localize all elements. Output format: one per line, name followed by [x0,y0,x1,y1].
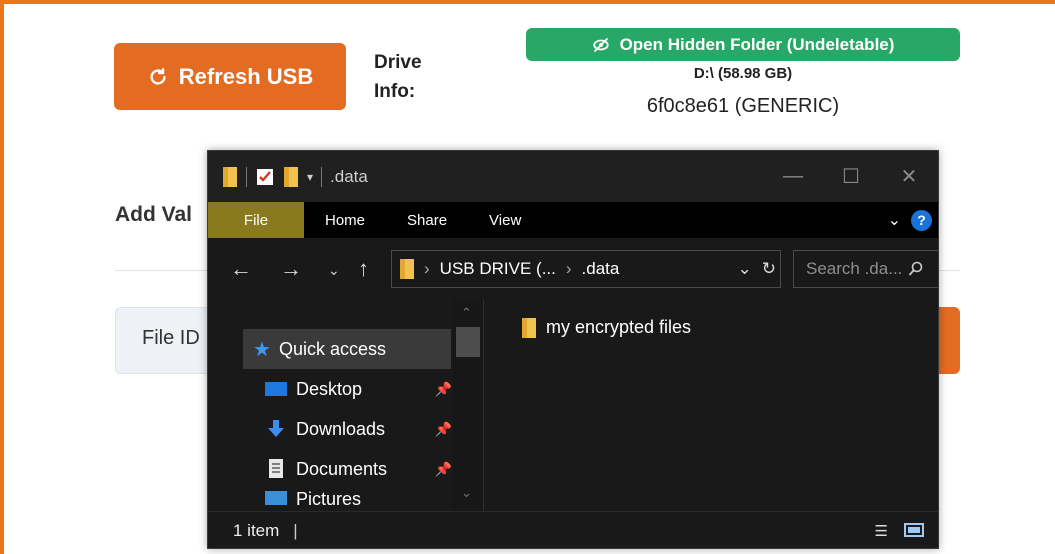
scroll-thumb[interactable] [456,327,480,357]
nav-item-desktop[interactable]: Desktop 📌 [264,369,454,409]
recent-locations-icon[interactable]: ⌄ [328,262,340,279]
nav-item-label: Downloads [296,418,386,439]
maximize-button[interactable]: ☐ [822,151,880,202]
pin-icon[interactable]: 📌 [435,421,452,438]
list-item[interactable]: my encrypted files [522,317,691,338]
breadcrumb-separator-icon: › [424,259,430,278]
address-dropdown-icon[interactable]: ⌄ [738,259,752,279]
refresh-icon[interactable]: ↻ [762,259,776,279]
search-placeholder: Search .da... [806,259,903,278]
large-icons-view-icon[interactable] [904,522,924,538]
details-view-icon[interactable]: ☰ [875,522,888,540]
expand-ribbon-icon[interactable]: ⌄ [888,210,901,230]
back-arrow-icon[interactable]: ← [230,256,252,282]
file-name: my encrypted files [546,317,692,337]
folder-icon [222,166,238,188]
refresh-usb-label: Refresh USB [178,63,314,89]
drive-info-label: Drive Info: [374,52,422,102]
window-title: .data [330,166,368,186]
breadcrumb-separator-icon: › [565,259,572,278]
pictures-icon [265,491,287,505]
toolbar-separator [246,166,247,187]
forward-arrow-icon[interactable]: → [280,256,302,282]
new-folder-icon[interactable] [283,166,299,188]
folder-icon [522,317,536,338]
tab-view[interactable]: View [468,202,542,238]
nav-item-downloads[interactable]: Downloads 📌 [264,409,454,449]
nav-item-quick-access[interactable]: ★ Quick access [243,329,451,369]
tab-home[interactable]: Home [304,202,386,238]
scroll-up-icon[interactable]: ⌃ [461,305,472,321]
download-icon [268,420,284,437]
breadcrumb-data-folder[interactable]: .data [582,259,620,279]
nav-item-label: Pictures [296,489,362,509]
document-icon [269,459,283,478]
properties-icon[interactable] [255,167,275,187]
pin-icon[interactable]: 📌 [435,461,452,478]
item-count: 1 item [233,521,280,540]
breadcrumb-usb-drive[interactable]: USB DRIVE (... [440,259,556,279]
file-id-label: File ID [142,327,200,349]
folder-icon [400,259,414,279]
navigation-pane: ★ Quick access Desktop 📌 Downloads 📌 Doc… [208,299,483,511]
open-hidden-folder-label: Open Hidden Folder (Undeletable) [619,34,895,54]
refresh-usb-button[interactable]: Refresh USB [114,43,346,110]
refresh-icon [150,67,166,85]
nav-item-label: Documents [296,458,388,479]
status-bar: 1 item | ☰ [208,511,938,548]
drive-serial: 6f0c8e61 (GENERIC) [646,95,840,117]
customize-toolbar-icon[interactable]: ▾ [307,170,313,184]
add-section-title: Add Val [115,203,193,226]
title-bar[interactable]: ▾ .data — ☐ ✕ [208,151,938,202]
help-icon[interactable]: ? [911,209,932,231]
star-icon: ★ [253,338,271,361]
ribbon: File Home Share View ⌄ ? [208,202,938,238]
close-button[interactable]: ✕ [880,151,938,202]
minimize-button[interactable]: — [764,151,822,202]
nav-item-documents[interactable]: Documents 📌 [264,449,454,489]
scroll-down-icon[interactable]: ⌄ [461,485,472,501]
nav-scrollbar[interactable]: ⌃ ⌄ [453,299,483,511]
file-explorer-window: ▾ .data — ☐ ✕ File Home Share View ⌄ ? ←… [207,150,939,549]
toolbar-separator [321,166,323,187]
search-icon [909,261,923,276]
address-bar[interactable]: › USB DRIVE (... › .data ⌄ ↻ [391,250,781,288]
pin-icon[interactable]: 📌 [435,381,452,398]
navigation-bar: ← → ⌄ ↑ › USB DRIVE (... › .data ⌄ ↻ Sea… [208,238,938,299]
desktop-icon [265,382,287,396]
tab-file[interactable]: File [208,202,304,238]
up-arrow-icon[interactable]: ↑ [358,256,369,282]
open-hidden-folder-button[interactable]: Open Hidden Folder (Undeletable) [526,28,960,61]
status-separator: | [293,521,298,540]
nav-item-pictures[interactable]: Pictures [264,489,454,511]
drive-letter: D:\ (58.98 GB) [693,65,793,82]
tab-share[interactable]: Share [386,202,468,238]
eye-slash-icon [592,37,609,52]
search-input[interactable]: Search .da... [793,250,938,288]
nav-item-label: Desktop [296,378,363,399]
nav-item-label: Quick access [278,338,386,359]
file-list: my encrypted files [484,299,938,511]
